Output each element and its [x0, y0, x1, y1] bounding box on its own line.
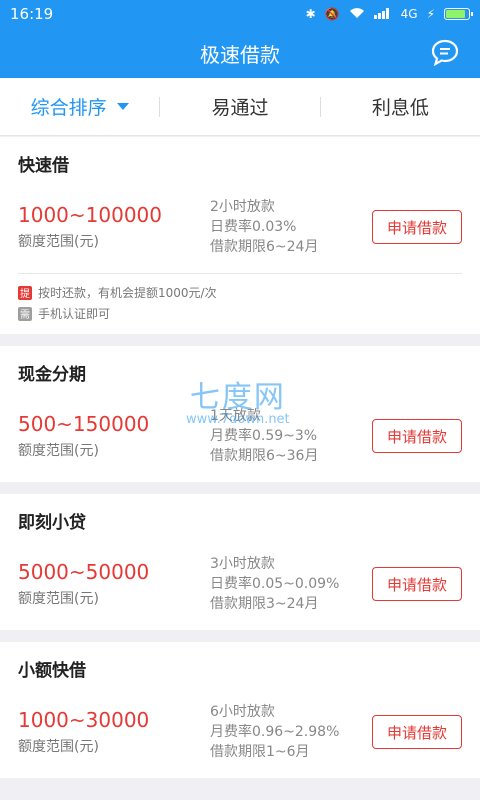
amount-label: 额度范围(元) — [18, 591, 99, 607]
loan-card[interactable]: 快速借 1000~100000 额度范围(元) 2小时放款 日费率0.03% 借… — [0, 137, 480, 334]
apply-button[interactable]: 申请借款 — [372, 715, 462, 749]
apply-button[interactable]: 申请借款 — [372, 567, 462, 601]
loan-term: 借款期限3~24月 — [210, 596, 319, 612]
amount-label: 额度范围(元) — [18, 443, 99, 459]
status-bar: 16:19 ✱ 🔕 4G ⚡ — [0, 0, 480, 28]
loan-speed: 2小时放款 — [210, 199, 275, 215]
loan-name: 即刻小贷 — [18, 513, 86, 533]
loan-speed: 3小时放款 — [210, 556, 275, 572]
signal-icon — [373, 7, 392, 21]
bluetooth-icon: ✱ — [305, 7, 316, 21]
loan-term: 借款期限1~6月 — [210, 744, 310, 760]
tab-easy-approval[interactable]: 易通过 — [160, 78, 319, 135]
loan-rate: 月费率0.96~2.98% — [210, 724, 340, 740]
tip-text: 手机认证即可 — [38, 307, 111, 321]
loan-amount: 1000~30000 — [18, 708, 150, 732]
tab-sort-comprehensive[interactable]: 综合排序 — [0, 78, 159, 135]
tip-text: 按时还款，有机会提额1000元/次 — [38, 286, 217, 300]
loan-list: 快速借 1000~100000 额度范围(元) 2小时放款 日费率0.03% 借… — [0, 137, 480, 790]
tab-label: 综合排序 — [30, 97, 107, 119]
tip-tag: 需 — [18, 306, 32, 321]
tip-row: 需 手机认证即可 — [18, 303, 462, 324]
tab-label: 利息低 — [371, 97, 429, 119]
apply-button[interactable]: 申请借款 — [372, 419, 462, 453]
loan-rate: 日费率0.03% — [210, 219, 297, 235]
loan-card[interactable]: 小额快借 1000~30000 额度范围(元) 6小时放款 月费率0.96~2.… — [0, 642, 480, 778]
loan-rate: 月费率0.59~3% — [210, 428, 318, 444]
loan-name: 现金分期 — [18, 365, 86, 385]
tip-row: 提 按时还款，有机会提额1000元/次 — [18, 282, 462, 303]
status-icons: ✱ 🔕 4G ⚡ — [305, 7, 473, 21]
loan-card[interactable]: 现金分期 500~150000 额度范围(元) 1天放款 月费率0.59~3% … — [0, 346, 480, 482]
loan-speed: 1天放款 — [210, 408, 261, 424]
sort-bar: 综合排序 易通过 利息低 — [0, 78, 480, 136]
charging-icon: ⚡ — [426, 7, 435, 21]
loan-speed: 6小时放款 — [210, 704, 275, 720]
tab-low-interest[interactable]: 利息低 — [321, 78, 480, 135]
loan-name: 快速借 — [18, 156, 69, 176]
apply-button[interactable]: 申请借款 — [372, 210, 462, 244]
amount-label: 额度范围(元) — [18, 739, 99, 755]
chat-bubble-icon[interactable] — [430, 38, 460, 68]
loan-amount: 500~150000 — [18, 412, 150, 436]
tip-tag: 提 — [18, 285, 32, 300]
dropdown-caret-icon — [116, 103, 129, 110]
loan-name: 小额快借 — [18, 661, 86, 681]
loan-rate: 日费率0.05~0.09% — [210, 576, 340, 592]
network-type: 4G — [400, 7, 418, 21]
page-title: 极速借款 — [200, 42, 280, 67]
loan-term: 借款期限6~36月 — [210, 448, 319, 464]
amount-label: 额度范围(元) — [18, 234, 99, 250]
wifi-icon — [349, 7, 365, 21]
status-time: 16:19 — [10, 5, 54, 23]
app-bar: 极速借款 — [0, 28, 480, 78]
loan-term: 借款期限6~24月 — [210, 239, 319, 255]
loan-amount: 1000~100000 — [18, 203, 163, 227]
loan-amount: 5000~50000 — [18, 560, 150, 584]
tab-label: 易通过 — [211, 97, 269, 119]
mute-icon: 🔕 — [324, 7, 340, 21]
battery-icon — [444, 8, 473, 20]
loan-tips: 提 按时还款，有机会提额1000元/次 需 手机认证即可 — [18, 273, 462, 334]
loan-card[interactable]: 即刻小贷 5000~50000 额度范围(元) 3小时放款 日费率0.05~0.… — [0, 494, 480, 630]
